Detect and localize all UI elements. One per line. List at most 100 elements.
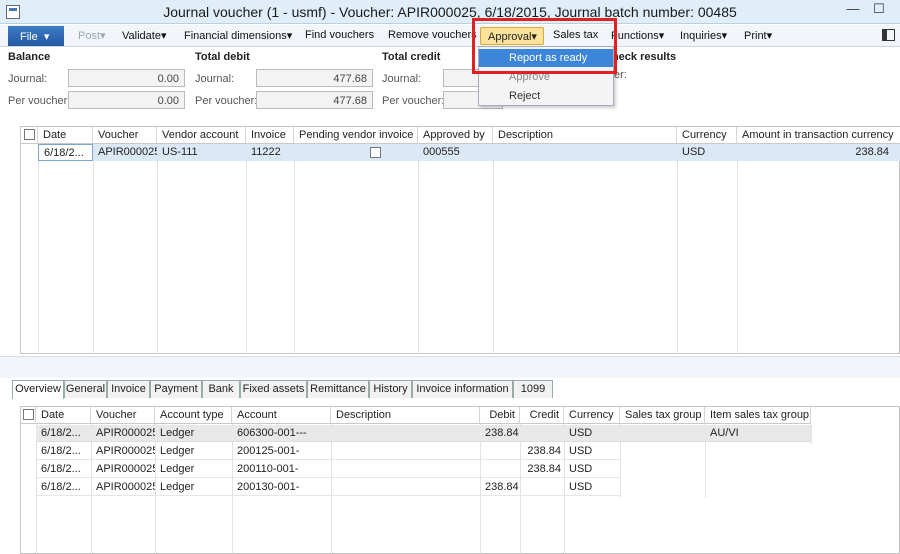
tab-invoice-information[interactable]: Invoice information xyxy=(412,380,513,398)
cell-debit[interactable] xyxy=(480,443,520,460)
cell-currency[interactable]: USD xyxy=(564,461,620,478)
remove-vouchers-button[interactable]: Remove vouchers xyxy=(388,29,477,41)
tab-history[interactable]: History xyxy=(369,380,412,398)
col-header-account-type[interactable]: Account type xyxy=(155,407,232,424)
table-row[interactable]: 6/18/2... APIR000025 Ledger 200110-001- … xyxy=(36,461,620,478)
post-button[interactable]: Post xyxy=(78,30,100,42)
cell-amount[interactable]: 238.84 xyxy=(737,144,900,161)
cell-description[interactable] xyxy=(331,425,480,442)
table-row[interactable]: 6/18/2... APIR000025 US-111 11222 000555… xyxy=(38,144,900,161)
cell-account[interactable]: 200130-001- xyxy=(232,479,331,496)
cell-currency[interactable]: USD xyxy=(564,425,620,442)
splitter[interactable] xyxy=(0,356,900,378)
cell-description[interactable] xyxy=(493,144,677,161)
cell-date[interactable]: 6/18/2... xyxy=(36,443,91,460)
cell-debit[interactable] xyxy=(480,461,520,478)
journal-label: Journal: xyxy=(8,73,48,85)
minimize-button[interactable]: — xyxy=(840,0,866,20)
cell-description[interactable] xyxy=(331,443,480,460)
col-header-account[interactable]: Account xyxy=(232,407,331,424)
pending-vendor-invoice-checkbox[interactable] xyxy=(370,147,381,158)
find-vouchers-button[interactable]: Find vouchers xyxy=(305,29,374,41)
col-header-invoice[interactable]: Invoice xyxy=(246,127,294,144)
cell-item-sales-tax-group[interactable]: AU/VI xyxy=(705,425,811,442)
col-header-item-sales-tax-group[interactable]: Item sales tax group xyxy=(705,407,811,424)
cell-credit[interactable]: 238.84 xyxy=(520,443,564,460)
col-header-sales-tax-group[interactable]: Sales tax group xyxy=(620,407,705,424)
tab-overview[interactable]: Overview xyxy=(12,380,64,399)
chevron-down-icon: ▾ xyxy=(160,30,167,42)
tab-invoice[interactable]: Invoice xyxy=(107,380,150,398)
col-header-pending-vendor-invoice[interactable]: Pending vendor invoice xyxy=(294,127,418,144)
maximize-button[interactable]: ☐ xyxy=(866,0,892,20)
cell-account[interactable]: 606300-001--- xyxy=(232,425,331,442)
cell-sales-tax-group[interactable] xyxy=(620,425,705,442)
col-header-amount[interactable]: Amount in transaction currency xyxy=(737,127,900,144)
print-button[interactable]: Print xyxy=(744,30,767,42)
cell-invoice[interactable]: 11222 xyxy=(246,144,294,161)
cell-account[interactable]: 200110-001- xyxy=(232,461,331,478)
cell-voucher[interactable]: APIR000025 xyxy=(91,479,155,496)
balance-journal-field: 0.00 xyxy=(68,69,185,87)
col-header-approved-by[interactable]: Approved by xyxy=(418,127,493,144)
tab-remittance[interactable]: Remittance xyxy=(307,380,369,398)
tab-bank[interactable]: Bank xyxy=(202,380,240,398)
cell-voucher[interactable]: APIR000025 xyxy=(91,425,155,442)
layout-icon[interactable] xyxy=(882,29,895,41)
inquiries-button[interactable]: Inquiries xyxy=(680,30,722,42)
tab-1099[interactable]: 1099 xyxy=(513,380,553,398)
cell-voucher[interactable]: APIR000025 xyxy=(91,443,155,460)
cell-debit[interactable]: 238.84 xyxy=(480,425,520,442)
cell-credit[interactable] xyxy=(520,425,564,442)
menu-item-reject[interactable]: Reject xyxy=(479,87,613,105)
cell-account-type[interactable]: Ledger xyxy=(155,479,232,496)
cell-vendor-account[interactable]: US-111 xyxy=(157,144,246,161)
table-row[interactable]: 6/18/2... APIR000025 Ledger 200130-001- … xyxy=(36,479,620,496)
col-header-currency[interactable]: Currency xyxy=(677,127,737,144)
cell-credit[interactable] xyxy=(520,479,564,496)
cell-account-type[interactable]: Ledger xyxy=(155,425,232,442)
cell-description[interactable] xyxy=(331,461,480,478)
balance-panel: Balance Journal: Per voucher: 0.00 0.00 … xyxy=(0,48,900,118)
col-header-date[interactable]: Date xyxy=(36,407,91,424)
file-menu-button[interactable]: File ▾ xyxy=(8,26,64,46)
table-row[interactable]: 6/18/2... APIR000025 Ledger 200125-001- … xyxy=(36,443,620,460)
tab-payment[interactable]: Payment xyxy=(150,380,202,398)
ledger-select-all-checkbox[interactable] xyxy=(23,409,34,420)
table-row[interactable]: 6/18/2... APIR000025 Ledger 606300-001--… xyxy=(36,425,811,442)
col-header-credit[interactable]: Credit xyxy=(520,407,564,424)
cell-date[interactable]: 6/18/2... xyxy=(38,144,93,161)
col-header-voucher[interactable]: Voucher xyxy=(93,127,157,144)
balance-per-voucher-field: 0.00 xyxy=(68,91,185,109)
col-header-date[interactable]: Date xyxy=(38,127,93,144)
cell-description[interactable] xyxy=(331,479,480,496)
cell-debit[interactable]: 238.84 xyxy=(480,479,520,496)
cell-account[interactable]: 200125-001- xyxy=(232,443,331,460)
cell-voucher[interactable]: APIR000025 xyxy=(91,461,155,478)
col-header-currency[interactable]: Currency xyxy=(564,407,620,424)
cell-approved-by[interactable]: 000555 xyxy=(418,144,493,161)
financial-dimensions-button[interactable]: Financial dimensions xyxy=(184,30,287,42)
col-header-description[interactable]: Description xyxy=(331,407,480,424)
tab-general[interactable]: General xyxy=(64,380,107,398)
cell-date[interactable]: 6/18/2... xyxy=(36,479,91,496)
cell-date[interactable]: 6/18/2... xyxy=(36,425,91,442)
cell-account-type[interactable]: Ledger xyxy=(155,461,232,478)
cell-date[interactable]: 6/18/2... xyxy=(36,461,91,478)
cell-voucher[interactable]: APIR000025 xyxy=(93,144,157,161)
col-header-vendor-account[interactable]: Vendor account xyxy=(157,127,246,144)
cell-currency[interactable]: USD xyxy=(677,144,737,161)
validate-button[interactable]: Validate xyxy=(122,30,161,42)
select-all-checkbox[interactable] xyxy=(24,129,35,140)
cell-currency[interactable]: USD xyxy=(564,443,620,460)
chevron-down-icon: ▾ xyxy=(658,30,665,42)
tab-fixed-assets[interactable]: Fixed assets xyxy=(240,380,307,398)
functions-button[interactable]: Functions xyxy=(611,30,659,42)
cell-credit[interactable]: 238.84 xyxy=(520,461,564,478)
col-header-description[interactable]: Description xyxy=(493,127,677,144)
col-header-debit[interactable]: Debit xyxy=(480,407,520,424)
ledger-lines-grid: Date Voucher Account type Account Descri… xyxy=(20,406,900,554)
col-header-voucher[interactable]: Voucher xyxy=(91,407,155,424)
cell-account-type[interactable]: Ledger xyxy=(155,443,232,460)
cell-currency[interactable]: USD xyxy=(564,479,620,496)
